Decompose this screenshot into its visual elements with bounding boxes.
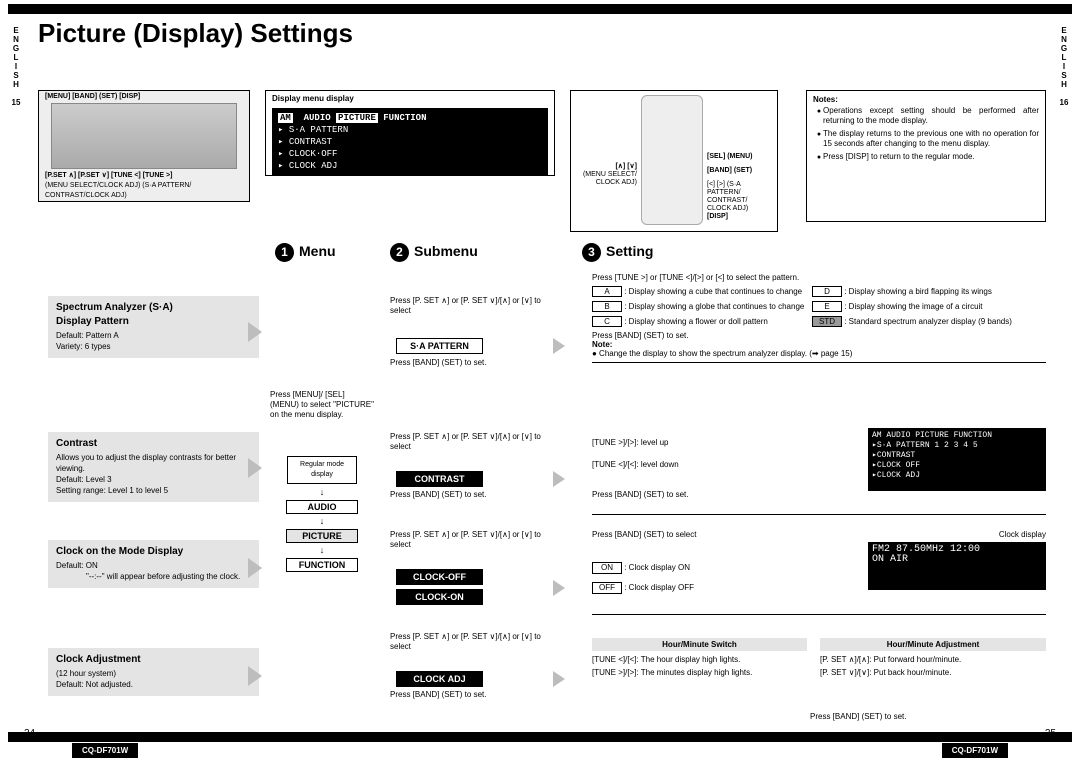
menu-tag-picture: PICTURE [286, 529, 358, 543]
menu-tag-audio: AUDIO [286, 500, 358, 514]
clock-screen: FM2 87.50MHz 12:00ON AIR [868, 542, 1046, 590]
submenu-set-4: Press [BAND] (SET) to set. [390, 690, 550, 700]
submenu-note-2: Press [P. SET ∧] or [P. SET ∨]/[∧] or [∨… [390, 432, 550, 452]
pill-clockoff: CLOCK-OFF [396, 569, 483, 585]
menu-tag-function: FUNCTION [286, 558, 358, 572]
contrast-down: [TUNE <]/[<]: level down [592, 460, 679, 470]
menu-instruction: Press [MENU]/ [SEL] (MENU) to select "PI… [270, 390, 374, 420]
contrast-screen: AM AUDIO PICTURE FUNCTION▸S·A PATTERN 1 … [868, 428, 1046, 491]
pill-clockon: CLOCK-ON [396, 589, 483, 605]
step-1-menu: 1Menu [275, 243, 336, 262]
submenu-note-4: Press [P. SET ∧] or [P. SET ∨]/[∧] or [∨… [390, 632, 550, 652]
remote-diagram: [∧] [∨](MENU SELECT/ CLOCK ADJ) [SEL] (M… [570, 90, 778, 232]
feature-contrast: Contrast Allows you to adjust the displa… [48, 432, 259, 502]
pill-contrast: CONTRAST [396, 471, 483, 487]
lang-left: ENGLISH ENGLISH15 [6, 26, 26, 107]
lang-right: ENGLISH16 [1054, 26, 1074, 107]
hm-adjust: Hour/Minute Adjustment [P. SET ∧]/[∧]: P… [820, 638, 1046, 681]
pill-sa-pattern: S·A PATTERN [396, 338, 483, 354]
contrast-up: [TUNE >]/[>]: level up [592, 438, 668, 448]
pattern-table: A : Display showing a cube that continue… [592, 286, 1046, 367]
headunit-diagram: [MENU] [BAND] (SET) [DISP] [P.SET ∧] [P.… [38, 90, 250, 202]
contrast-set: Press [BAND] (SET) to set. [592, 490, 688, 500]
step-2-submenu: 2Submenu [390, 243, 478, 262]
page-title: Picture (Display) Settings [38, 18, 353, 49]
notes-box: Notes: Operations except setting should … [806, 90, 1046, 222]
hm-switch: Hour/Minute Switch [TUNE <]/[<]: The hou… [592, 638, 807, 681]
submenu-set-2: Press [BAND] (SET) to set. [390, 490, 550, 500]
clock-press: Press [BAND] (SET) to select [592, 530, 732, 540]
model-left: CQ-DF701W [72, 743, 138, 758]
display-menu-box: Display menu display AM AUDIO PICTURE FU… [265, 90, 555, 176]
display-menu-screen: AM AUDIO PICTURE FUNCTION ▸ S·A PATTERN … [272, 108, 548, 176]
setting-intro: Press [TUNE >] or [TUNE <]/[>] or [<] to… [592, 273, 1046, 283]
headunit-photo [51, 103, 237, 169]
feature-sa: Spectrum Analyzer (S·A) Display Pattern … [48, 296, 259, 358]
submenu-note-1: Press [P. SET ∧] or [P. SET ∨]/[∧] or [∨… [390, 296, 550, 316]
submenu-set-1: Press [BAND] (SET) to set. [390, 358, 550, 368]
page-left: 24 [24, 728, 35, 739]
remote-image [641, 95, 703, 225]
clock-display-label: Clock display [999, 530, 1046, 540]
hm-footer: Press [BAND] (SET) to set. [810, 712, 906, 722]
pill-clockadj: CLOCK ADJ [396, 671, 483, 687]
clock-off-row: OFF : Clock display OFF [592, 582, 694, 594]
step-3-setting: 3Setting [582, 243, 653, 262]
menu-chain: Regular mode display ↓ AUDIO ↓ PICTURE ↓… [270, 456, 374, 575]
page-right: 25 [1045, 728, 1056, 739]
model-right: CQ-DF701W [942, 743, 1008, 758]
feature-clockmode: Clock on the Mode Display Default: ON "-… [48, 540, 259, 588]
submenu-note-3: Press [P. SET ∧] or [P. SET ∨]/[∧] or [∨… [390, 530, 550, 550]
clock-on-row: ON : Clock display ON [592, 562, 690, 574]
feature-clockadj: Clock Adjustment (12 hour system) Defaul… [48, 648, 259, 696]
